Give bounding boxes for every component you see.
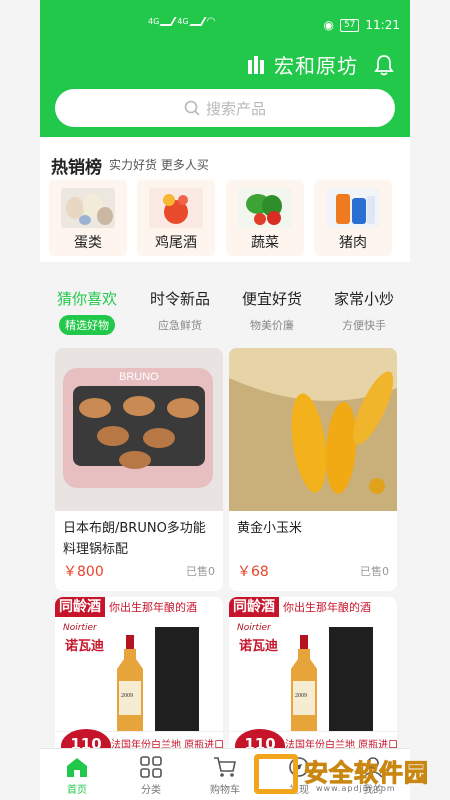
vegetables-image <box>238 188 292 228</box>
nav-label: 分类 <box>141 785 161 796</box>
wine-box <box>155 627 199 737</box>
brand: 宏和原坊 <box>248 50 394 79</box>
watermark-logo-icon <box>254 754 298 794</box>
promo-brand-cn: 诺瓦迪 <box>65 639 105 654</box>
tab-label: 猜你喜欢 <box>56 290 117 308</box>
nav-cart[interactable]: 购物车 <box>195 755 255 796</box>
category-tabs: 猜你喜欢 精选好物 时令新品 应急鲜货 便宜好货 物美价廉 家常小炒 方便快手 <box>40 270 410 348</box>
tab-home-cooking[interactable]: 家常小炒 方便快手 <box>319 288 409 335</box>
watermark-text: 安全软件园 <box>304 759 429 788</box>
product-image: BRUNO <box>55 348 223 511</box>
header: 4G 4G ◠ ◉ 57 11:21 宏和原坊 搜索产品 <box>40 0 410 137</box>
tab-sub: 精选好物 <box>59 315 115 335</box>
bottle-year: 2009 <box>121 693 133 699</box>
brand-name: 宏和原坊 <box>274 54 358 78</box>
hot-item-vegetables[interactable]: 蔬菜 <box>226 180 304 256</box>
tab-label: 便宜好货 <box>241 290 302 308</box>
cart-icon <box>214 757 236 777</box>
cocktail-image <box>149 188 203 228</box>
bottle-image: 2009 <box>291 635 317 731</box>
hot-item-cocktail[interactable]: 鸡尾酒 <box>137 180 215 256</box>
promo-brand: Noirtier <box>237 623 271 633</box>
bruno-logo: BRUNO <box>119 371 159 383</box>
tab-seasonal[interactable]: 时令新品 应急鲜货 <box>135 288 225 335</box>
wine-box <box>329 627 373 737</box>
bell-icon[interactable] <box>374 54 394 76</box>
product-card[interactable]: BRUNO 日本布朗/BRUNO多功能料理锅标配 ￥800 已售0 <box>55 348 223 591</box>
network-status: 4G 4G ◠ <box>148 16 215 27</box>
search-bar[interactable]: 搜索产品 <box>55 89 395 127</box>
hot-item-pork[interactable]: 猪肉 <box>314 180 392 256</box>
tab-label: 时令新品 <box>149 290 210 308</box>
nav-label: 首页 <box>67 785 87 796</box>
promo-brand-cn: 诺瓦迪 <box>239 639 279 654</box>
hot-section: 热销榜 实力好货 更多人买 蛋类 鸡尾酒 蔬菜 猪肉 <box>40 137 410 262</box>
network-label-left: 4G <box>148 17 160 26</box>
watermark-url: www.apdjin.com <box>316 784 396 793</box>
tab-label: 家常小炒 <box>333 290 394 308</box>
search-icon <box>184 100 200 116</box>
bottle-image: 2009 <box>117 635 143 731</box>
promo-header: 同龄酒 你出生那年酿的酒 <box>229 597 397 617</box>
hot-item-label: 鸡尾酒 <box>155 235 197 251</box>
hot-item-label: 猪肉 <box>339 235 367 251</box>
hot-title: 热销榜 <box>51 158 102 178</box>
hot-item-label: 蔬菜 <box>251 235 279 251</box>
battery-icon: 57 <box>339 18 360 32</box>
nav-category[interactable]: 分类 <box>121 755 181 796</box>
hot-item-eggs[interactable]: 蛋类 <box>49 180 127 256</box>
eggs-image <box>61 188 115 228</box>
signal-icon <box>159 17 177 26</box>
tab-guess-you-like[interactable]: 猜你喜欢 精选好物 <box>42 288 132 335</box>
product-sold: 已售0 <box>186 565 215 578</box>
product-price: ￥68 <box>237 564 269 580</box>
promo-brand: Noirtier <box>63 623 97 633</box>
tab-sub: 应急鲜货 <box>158 319 202 332</box>
promo-slogan: 你出生那年酿的酒 <box>109 601 197 614</box>
status-time: 11:21 <box>365 18 400 32</box>
promo-slogan: 你出生那年酿的酒 <box>283 601 371 614</box>
wifi-icon: ◠ <box>206 16 216 27</box>
nav-label: 购物车 <box>210 785 240 796</box>
nav-home[interactable]: 首页 <box>47 755 107 796</box>
home-icon <box>67 758 87 777</box>
promo-tag: 同龄酒 <box>229 597 279 617</box>
promo-tag: 同龄酒 <box>55 597 105 617</box>
product-image <box>229 348 397 511</box>
product-title: 黄金小玉米 <box>237 521 303 536</box>
network-label-right: 4G <box>177 17 189 26</box>
promo-card[interactable]: 同龄酒 你出生那年酿的酒 Noirtier 诺瓦迪 2009 法国年份白兰地 原… <box>55 597 223 757</box>
hot-item-label: 蛋类 <box>74 235 102 251</box>
product-card[interactable]: 黄金小玉米 ￥68 已售0 <box>229 348 397 591</box>
tab-bargain[interactable]: 便宜好货 物美价廉 <box>227 288 317 335</box>
hot-subtitle: 实力好货 更多人买 <box>109 158 209 172</box>
brand-logo-icon <box>248 55 268 74</box>
product-sold: 已售0 <box>360 565 389 578</box>
promo-card[interactable]: 同龄酒 你出生那年酿的酒 Noirtier 诺瓦迪 2009 法国年份白兰地 原… <box>229 597 397 757</box>
pork-image <box>326 188 380 228</box>
product-price: ￥800 <box>63 564 104 580</box>
bottle-year: 2009 <box>295 693 307 699</box>
tab-sub: 方便快手 <box>342 319 386 332</box>
promo-header: 同龄酒 你出生那年酿的酒 <box>55 597 223 617</box>
search-placeholder: 搜索产品 <box>205 99 266 118</box>
status-right: ◉ 57 11:21 <box>323 18 400 32</box>
product-title: 日本布朗/BRUNO多功能料理锅标配 <box>63 521 206 557</box>
watermark: 安全软件园 www.apdjin.com <box>250 748 440 800</box>
status-bar: 4G 4G ◠ ◉ 57 11:21 <box>40 0 410 46</box>
grid-icon <box>140 756 162 778</box>
eye-icon: ◉ <box>323 18 334 32</box>
signal-icon-2 <box>188 17 207 26</box>
tab-sub: 物美价廉 <box>250 319 294 332</box>
